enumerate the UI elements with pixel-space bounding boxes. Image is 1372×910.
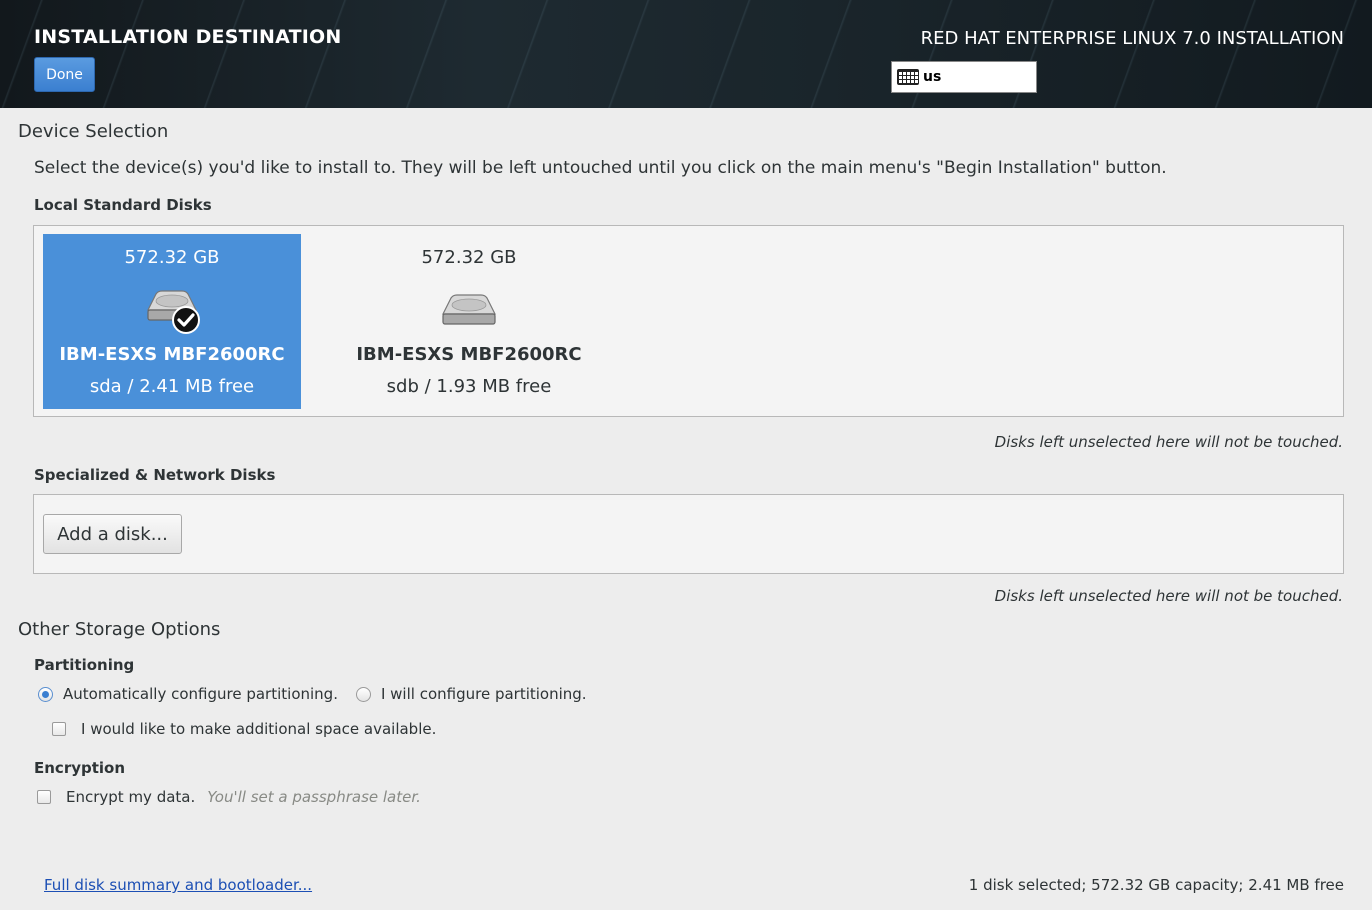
disk-info: sdb / 1.93 MB free	[386, 376, 552, 397]
page-title: INSTALLATION DESTINATION	[34, 26, 342, 48]
hard-disk-icon	[147, 290, 200, 334]
add-disk-button[interactable]: Add a disk...	[43, 514, 182, 554]
device-selection-description: Select the device(s) you'd like to insta…	[34, 158, 1167, 178]
local-disks-title: Local Standard Disks	[34, 196, 212, 214]
hard-disk-icon	[442, 294, 496, 325]
encryption-row: Encrypt my data. You'll set a passphrase…	[37, 788, 421, 806]
disk-info: sda / 2.41 MB free	[89, 376, 255, 397]
selection-status: 1 disk selected; 572.32 GB capacity; 2.4…	[968, 876, 1344, 894]
disk-sda[interactable]: 572.32 GB IBM-ESXS MBF2600RC sda / 2.41 …	[43, 234, 301, 409]
additional-space-row: I would like to make additional space av…	[52, 720, 436, 738]
network-disks-note: Disks left unselected here will not be t…	[994, 587, 1343, 605]
partitioning-title: Partitioning	[34, 656, 135, 674]
local-disks-panel: 572.32 GB IBM-ESXS MBF2600RC sda / 2.41 …	[33, 225, 1344, 417]
network-disks-title: Specialized & Network Disks	[34, 466, 276, 484]
auto-partitioning-label[interactable]: Automatically configure partitioning.	[63, 685, 338, 703]
product-title: RED HAT ENTERPRISE LINUX 7.0 INSTALLATIO…	[920, 28, 1344, 49]
disk-model: IBM-ESXS MBF2600RC	[356, 344, 582, 365]
additional-space-checkbox[interactable]	[52, 722, 66, 736]
encrypt-checkbox[interactable]	[37, 790, 51, 804]
done-button[interactable]: Done	[34, 57, 95, 92]
encrypt-hint: You'll set a passphrase later.	[207, 788, 421, 806]
header-background-pattern	[0, 0, 1372, 108]
header-bar: INSTALLATION DESTINATION Done RED HAT EN…	[0, 0, 1372, 108]
local-disks-note: Disks left unselected here will not be t…	[994, 433, 1343, 451]
additional-space-label[interactable]: I would like to make additional space av…	[81, 720, 436, 738]
disk-size: 572.32 GB	[124, 247, 220, 268]
device-selection-title: Device Selection	[18, 121, 169, 142]
other-storage-title: Other Storage Options	[18, 619, 221, 640]
disk-model: IBM-ESXS MBF2600RC	[59, 344, 285, 365]
keyboard-layout-indicator[interactable]: us	[891, 61, 1037, 93]
keyboard-layout-label: us	[923, 69, 942, 85]
encryption-title: Encryption	[34, 759, 126, 777]
keyboard-icon	[897, 69, 919, 85]
encrypt-label[interactable]: Encrypt my data.	[66, 788, 195, 806]
network-disks-panel: Add a disk...	[33, 494, 1344, 574]
manual-partitioning-label[interactable]: I will configure partitioning.	[381, 685, 587, 703]
disk-sdb[interactable]: 572.32 GB IBM-ESXS MBF2600RC sdb / 1.93 …	[340, 234, 598, 409]
auto-partitioning-radio[interactable]	[38, 686, 53, 702]
partitioning-options: Automatically configure partitioning. I …	[38, 685, 587, 703]
manual-partitioning-radio[interactable]	[355, 686, 371, 702]
full-disk-summary-link[interactable]: Full disk summary and bootloader...	[44, 876, 312, 894]
disk-size: 572.32 GB	[421, 247, 517, 268]
